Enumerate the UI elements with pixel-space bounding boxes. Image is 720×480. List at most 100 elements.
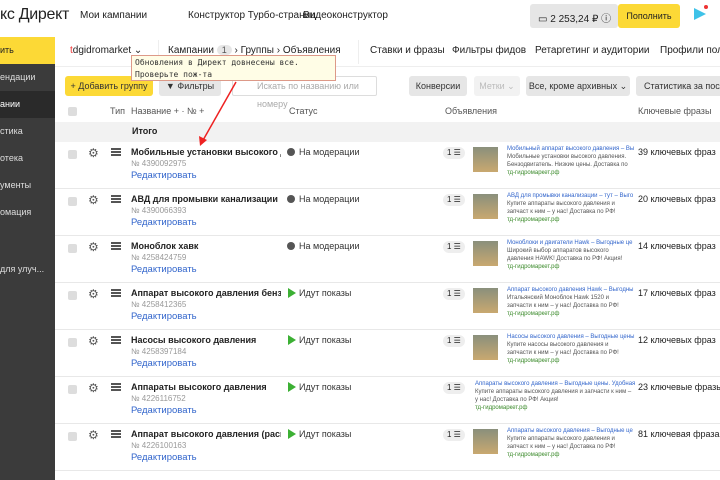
row-checkbox[interactable] [68,244,77,253]
play-icon [288,382,296,392]
row-checkbox[interactable] [68,432,77,441]
text-image-type-icon [111,430,121,438]
divider [358,40,359,64]
sidebar-library[interactable]: отека [0,145,55,172]
topup-button[interactable]: Пополнить [618,4,680,28]
balance[interactable]: ▭ 2 253,24 ₽ ⓘ [530,4,618,28]
logo[interactable]: кс Директ [0,6,69,24]
sidebar-improvements[interactable]: для улуч... [0,256,55,283]
edit-link[interactable]: Редактировать [131,217,197,228]
status-text: Идут показы [299,382,352,392]
keywords-count[interactable]: 12 ключевых фраз [638,335,716,345]
row-checkbox[interactable] [68,338,77,347]
sidebar-campaigns[interactable]: ании [0,91,55,118]
notifications-icon[interactable] [694,8,706,20]
ad-count-badge[interactable]: 1 ☰ [443,382,465,394]
group-name[interactable]: АВД для промывки канализации [131,194,281,204]
total-row: Итого [55,122,720,142]
row-checkbox[interactable] [68,385,77,394]
ad-count-badge[interactable]: 1 ☰ [443,429,465,441]
edit-link[interactable]: Редактировать [131,311,197,322]
labels-dropdown[interactable]: Метки ⌄ [474,76,520,96]
sidebar-recommendations[interactable]: ендации [0,64,55,91]
ad-url: тд-гидромаркет.рф [507,311,560,317]
ad-title[interactable]: АВД для промывки канализации – тут – Выг… [507,192,635,200]
keywords-count[interactable]: 14 ключевых фраз [638,241,716,251]
ad-count-badge[interactable]: 1 ☰ [443,241,465,253]
text-image-type-icon [111,383,121,391]
annotation-tooltip: Обновления в Директ довнесены все. Прове… [131,55,336,81]
edit-link[interactable]: Редактировать [131,358,197,369]
col-status: Статус [289,106,318,116]
table-row: ⚙ Насосы высокого давления № 4258397184 … [55,330,720,377]
gear-icon[interactable]: ⚙ [88,381,99,395]
keywords-count[interactable]: 20 ключевых фраз [638,194,716,204]
group-number: № 4258412365 [131,300,187,309]
keywords-count[interactable]: 39 ключевых фраз [638,147,716,157]
gear-icon[interactable]: ⚙ [88,287,99,301]
play-icon [288,429,296,439]
sidebar-tools[interactable]: ументы [0,172,55,199]
status-text: Идут показы [299,429,352,439]
row-checkbox[interactable] [68,291,77,300]
sidebar-statistics[interactable]: стика [0,118,55,145]
gear-icon[interactable]: ⚙ [88,334,99,348]
ad-count-badge[interactable]: 1 ☰ [443,147,465,159]
group-name[interactable]: Аппараты высокого давления [131,382,281,392]
conversions-button[interactable]: Конверсии [409,76,467,96]
row-checkbox[interactable] [68,197,77,206]
ad-title[interactable]: Аппараты высокого давления – Выгодные це [507,427,635,435]
tab-retargeting[interactable]: Ретаргетинг и аудитории [535,45,650,56]
row-checkbox[interactable] [68,150,77,159]
select-all-checkbox[interactable] [68,107,77,116]
ad-count-badge[interactable]: 1 ☰ [443,288,465,300]
tab-profiles[interactable]: Профили поль [660,45,720,56]
nav-video-builder[interactable]: Видеоконструктор [303,10,388,21]
ad-title[interactable]: Моноблоки и двигатели Hawk – Выгодные це [507,239,635,247]
tab-bids-phrases[interactable]: Ставки и фразы [370,45,445,56]
ad-text: Мобильные установки высокого давления. Б… [507,154,628,168]
stats-period-dropdown[interactable]: Статистика за последн [636,76,720,96]
group-name[interactable]: Аппарат высокого давления бензо/ ги. [131,288,281,298]
nav-turbo-builder[interactable]: Конструктор Турбо-страниц [188,10,316,21]
edit-link[interactable]: Редактировать [131,452,197,463]
ad-title[interactable]: Аппараты высокого давления – Выгодные це… [475,380,635,388]
col-ads: Объявления [445,106,498,116]
ad-text: Широкий выбор аппаратов высокого давлени… [507,248,623,262]
group-name[interactable]: Мобильные установки высокого давления [131,147,281,157]
group-number: № 4390092975 [131,159,187,168]
nav-my-campaigns[interactable]: Мои кампании [80,10,147,21]
group-number: № 4226116752 [131,394,186,403]
gear-icon[interactable]: ⚙ [88,240,99,254]
group-name[interactable]: Моноблок хавк [131,241,281,251]
keywords-count[interactable]: 17 ключевых фраз [638,288,716,298]
ad-count-badge[interactable]: 1 ☰ [443,335,465,347]
ad-image [473,241,498,266]
ad-image [473,429,498,454]
group-name[interactable]: Насосы высокого давления [131,335,281,345]
sidebar-create[interactable]: ить [0,37,55,64]
ad-count-badge[interactable]: 1 ☰ [443,194,465,206]
edit-link[interactable]: Редактировать [131,264,197,275]
ad-url: тд-гидромаркет.рф [507,452,560,458]
edit-link[interactable]: Редактировать [131,170,197,181]
col-name[interactable]: Название + · № + [131,106,204,116]
ad-title[interactable]: Мобильный аппарат высокого давления – Вы [507,145,635,153]
archive-filter-dropdown[interactable]: Все, кроме архивных ⌄ [526,76,630,96]
group-number: № 4258397184 [131,347,187,356]
keywords-count[interactable]: 23 ключевые фразы [638,382,720,392]
group-name[interactable]: Аппарат высокого давления (расширенный) [131,429,281,439]
ad-title[interactable]: Аппарат высокого давления Hawk – Выгодны [507,286,635,294]
gear-icon[interactable]: ⚙ [88,428,99,442]
edit-link[interactable]: Редактировать [131,405,197,416]
ad-title[interactable]: Насосы высокого давления – Выгодные цены [507,333,635,341]
keywords-count[interactable]: 81 ключевая фраза [638,429,720,439]
tab-feed-filters[interactable]: Фильтры фидов [452,45,526,56]
table-row: ⚙ Мобильные установки высокого давления … [55,142,720,189]
top-bar: кс Директ Мои кампании Конструктор Турбо… [0,0,720,32]
ad-image [473,335,498,360]
gear-icon[interactable]: ⚙ [88,193,99,207]
sidebar-automation[interactable]: омация [0,199,55,226]
table-row: ⚙ Аппарат высокого давления бензо/ ги. №… [55,283,720,330]
gear-icon[interactable]: ⚙ [88,146,99,160]
